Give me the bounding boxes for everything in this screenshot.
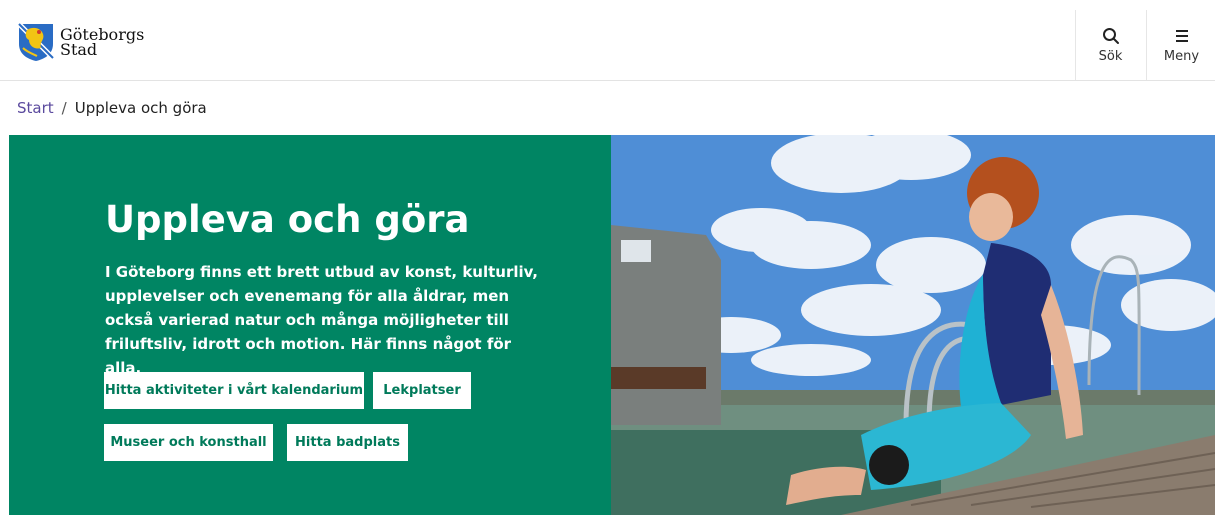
search-label: Sök [1098,48,1123,64]
coat-of-arms-icon [17,22,55,61]
menu-label: Meny [1163,48,1200,64]
search-icon [1102,27,1119,44]
breadcrumb-home-link[interactable]: Start [17,99,54,117]
logo-line-2: Stad [60,40,98,59]
menu-button[interactable]: Meny [1146,10,1215,80]
site-logo[interactable]: Göteborgs Stad [17,22,144,62]
breadcrumb-separator: / [61,99,67,117]
find-beach-button[interactable]: Hitta badplats [287,424,408,461]
hero-panel: Uppleva och göra I Göteborg finns ett br… [9,135,611,515]
breadcrumb-current: Uppleva och göra [74,99,207,117]
site-header: Göteborgs Stad Sök Meny [0,0,1215,81]
playgrounds-button[interactable]: Lekplatser [373,372,471,409]
hero-photo-illustration [611,135,1215,515]
breadcrumb: Start / Uppleva och göra [17,98,207,118]
hamburger-menu-icon [1175,29,1188,42]
museums-button[interactable]: Museer och konsthall [104,424,273,461]
search-button[interactable]: Sök [1075,10,1145,80]
page-title: Uppleva och göra [105,198,470,241]
logo-text: Göteborgs Stad [60,27,144,59]
calendar-activities-button[interactable]: Hitta aktiviteter i vårt kalendarium [104,372,364,409]
hero-image [611,135,1215,515]
hero-lead-text: I Göteborg finns ett brett utbud av kons… [105,263,538,377]
